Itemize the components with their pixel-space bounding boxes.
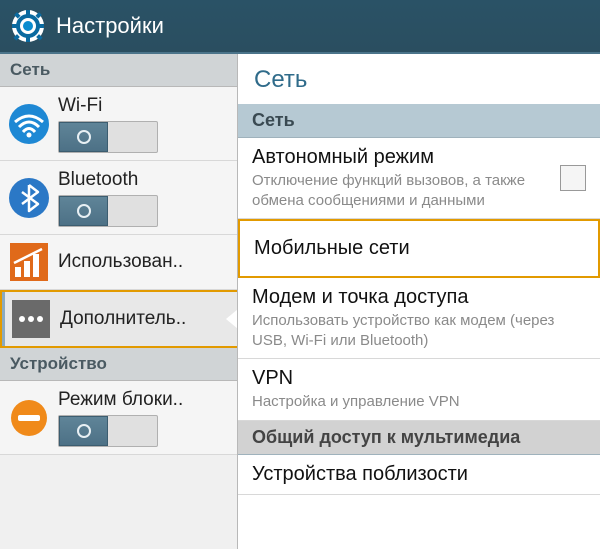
- panel-item-title: VPN: [252, 367, 586, 390]
- panel-item-vpn[interactable]: VPN Настройка и управление VPN: [238, 359, 600, 421]
- wifi-toggle[interactable]: [58, 121, 158, 153]
- sidebar-section-device: Устройство: [0, 348, 237, 381]
- airplane-checkbox[interactable]: [560, 165, 586, 191]
- panel-item-title: Устройства поблизости: [252, 463, 586, 486]
- settings-gear-icon: [10, 8, 46, 44]
- panel-title: Сеть: [238, 54, 600, 104]
- panel-item-mobile-networks[interactable]: Мобильные сети: [238, 219, 600, 278]
- sidebar-item-blocking[interactable]: Режим блоки..: [0, 381, 237, 455]
- panel-item-nearby[interactable]: Устройства поблизости: [238, 455, 600, 495]
- minus-circle-icon: [8, 397, 50, 439]
- panel-item-tethering[interactable]: Модем и точка доступа Использовать устро…: [238, 278, 600, 359]
- sidebar-item-label: Использован..: [58, 251, 183, 273]
- main-container: Сеть Wi-Fi: [0, 52, 600, 549]
- sidebar-item-data-usage[interactable]: Использован..: [0, 235, 237, 290]
- app-header: Настройки: [0, 0, 600, 52]
- sidebar-item-more[interactable]: Дополнитель..: [0, 290, 237, 348]
- sidebar-section-network: Сеть: [0, 54, 237, 87]
- panel-section-media: Общий доступ к мультимедиа: [238, 421, 600, 455]
- sidebar-item-label: Bluetooth: [58, 169, 229, 191]
- blocking-toggle[interactable]: [58, 415, 158, 447]
- more-dots-icon: [10, 298, 52, 340]
- sidebar: Сеть Wi-Fi: [0, 54, 238, 549]
- panel-item-title: Мобильные сети: [254, 237, 584, 260]
- panel-item-subtitle: Настройка и управление VPN: [252, 392, 586, 412]
- panel-item-airplane[interactable]: Автономный режим Отключение функций вызо…: [238, 138, 600, 219]
- sidebar-item-bluetooth[interactable]: Bluetooth: [0, 161, 237, 235]
- bluetooth-icon: [8, 177, 50, 219]
- bluetooth-toggle[interactable]: [58, 195, 158, 227]
- panel-item-title: Модем и точка доступа: [252, 286, 586, 309]
- sidebar-item-label: Wi-Fi: [58, 95, 229, 117]
- detail-panel: Сеть Сеть Автономный режим Отключение фу…: [238, 54, 600, 549]
- app-title: Настройки: [56, 13, 164, 39]
- panel-item-title: Автономный режим: [252, 146, 550, 169]
- panel-item-subtitle: Отключение функций вызовов, а также обме…: [252, 171, 550, 210]
- sidebar-item-label: Режим блоки..: [58, 389, 229, 411]
- wifi-icon: [8, 103, 50, 145]
- sidebar-item-label: Дополнитель..: [60, 308, 186, 330]
- bar-chart-icon: [8, 241, 50, 283]
- panel-item-subtitle: Использовать устройство как модем (через…: [252, 311, 586, 350]
- panel-section-network: Сеть: [238, 104, 600, 138]
- sidebar-item-wifi[interactable]: Wi-Fi: [0, 87, 237, 161]
